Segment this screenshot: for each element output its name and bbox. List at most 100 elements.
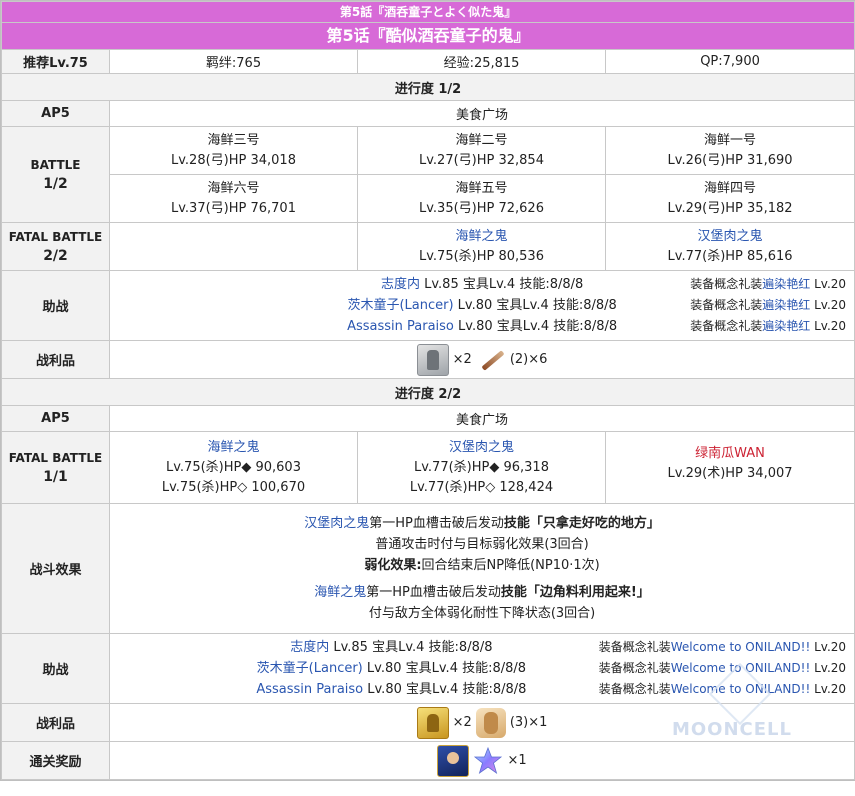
location-1: 美食广场: [108, 100, 855, 127]
ce-link[interactable]: 遍染艳红: [762, 277, 810, 291]
silver-statue-icon[interactable]: [416, 343, 449, 376]
servant-info: Lv.85 宝具Lv.4 技能:8/8/8: [419, 277, 584, 292]
loot-label-1: 战利品: [1, 340, 110, 379]
loot-qty: (3)×1: [509, 715, 548, 730]
battle-label: BATTLE 1/2: [1, 126, 110, 223]
servant-info: Lv.80 宝具Lv.4 技能:8/8/8: [453, 319, 618, 334]
enemy-stat: Lv.29(术)HP 34,007: [667, 466, 793, 481]
ce-link[interactable]: 遍染艳红: [762, 319, 810, 333]
bun-icon[interactable]: [475, 707, 506, 738]
fatal-label-1: FATAL BATTLE 2/2: [1, 222, 110, 271]
enemy-link[interactable]: 汉堡肉之鬼: [449, 440, 514, 455]
effect-text: 回合结束后NP降低(NP10·1次): [421, 558, 600, 573]
servant-link[interactable]: 志度内: [290, 640, 329, 655]
support-label-2: 助战: [1, 633, 110, 704]
enemy-stat: Lv.77(杀)HP◇ 128,424: [409, 479, 554, 495]
fatal-row-2: FATAL BATTLE 1/1 海鲜之鬼 Lv.75(杀)HP◆ 90,603 L…: [1, 431, 855, 504]
ce-link[interactable]: 遍染艳红: [762, 298, 810, 312]
battle-label-wave: 1/2: [43, 175, 68, 192]
enemy-cell: 绿南瓜WAN Lv.29(术)HP 34,007: [604, 431, 855, 504]
ce-link[interactable]: Welcome to ONILAND!!: [671, 640, 811, 654]
ap-row-2: AP5 美食广场: [1, 405, 855, 432]
support-entry: 茨木童子(Lancer) Lv.80 宝具Lv.4 技能:8/8/8 装备概念礼…: [110, 295, 854, 316]
ce-prefix: 装备概念礼装: [598, 682, 671, 696]
enemy-link[interactable]: 海鲜之鬼: [207, 440, 259, 455]
reward-row: 通关奖励 ×1: [1, 741, 855, 780]
servant-link[interactable]: 志度内: [381, 277, 420, 292]
enemy-link[interactable]: 绿南瓜WAN: [695, 446, 765, 461]
enemy-cell: 海鲜五号 Lv.35(弓)HP 72,626: [357, 174, 606, 223]
servant-link[interactable]: Assassin Paraiso: [256, 682, 363, 697]
enemy-stat: Lv.29(弓)HP 35,182: [667, 200, 793, 216]
quest-title-cn: 第5话『酷似酒吞童子的鬼』: [0, 22, 855, 50]
support-row-1: 助战 志度内 Lv.85 宝具Lv.4 技能:8/8/8 装备概念礼装遍染艳红 …: [1, 270, 855, 341]
effect-text: 付与敌方全体弱化耐性下降状态(3回合): [368, 606, 596, 621]
support-list-1: 志度内 Lv.85 宝具Lv.4 技能:8/8/8 装备概念礼装遍染艳红 Lv.…: [108, 270, 855, 341]
quest-table: 第5話『酒呑童子とよく似た鬼』 第5话『酷似酒吞童子的鬼』 推荐Lv.75 羁绊…: [0, 0, 855, 781]
effect-enemy-link[interactable]: 海鲜之鬼: [314, 585, 366, 600]
empty-enemy-cell: [109, 222, 358, 271]
effect-text: 普通攻击时付与目标弱化效果(3回合): [375, 537, 589, 552]
ap-row-1: AP5 美食广场: [1, 100, 855, 127]
loot-qty: ×2: [452, 715, 472, 730]
ap-cost-1: AP5: [1, 100, 110, 127]
enemy-name: 海鲜六号: [207, 180, 260, 196]
effect-text: 第一HP血槽击破后发动: [366, 585, 501, 600]
effect-debuff-label: 弱化效果:: [364, 558, 422, 573]
servant-link[interactable]: Assassin Paraiso: [347, 319, 454, 334]
ce-prefix: 装备概念礼装: [598, 661, 671, 675]
enemy-stat: Lv.37(弓)HP 76,701: [171, 200, 296, 216]
enemy-stat: Lv.27(弓)HP 32,854: [419, 152, 544, 168]
fatal-label-2: FATAL BATTLE 1/1: [1, 431, 110, 504]
watermark: MOONCELL: [671, 719, 792, 740]
enemy-name: 海鲜四号: [704, 180, 757, 196]
reward-qty: ×1: [507, 753, 527, 768]
ce-prefix: 装备概念礼装: [690, 298, 763, 312]
enemy-stat: Lv.75(杀)HP◆ 90,603: [166, 459, 301, 475]
effect-skill: 技能「边角料利用起来!」: [500, 585, 650, 600]
knife-icon[interactable]: [476, 345, 506, 375]
battle-label-text: BATTLE: [30, 157, 81, 172]
enemy-link[interactable]: 海鲜之鬼: [455, 229, 507, 244]
reward-list: ×1: [108, 741, 855, 780]
ce-level: Lv.20: [810, 682, 847, 696]
enemy-cell: 海鲜六号 Lv.37(弓)HP 76,701: [109, 174, 358, 223]
fatal-label-text: FATAL BATTLE: [8, 229, 103, 244]
enemy-cell: 汉堡肉之鬼 Lv.77(杀)HP◆ 96,318 Lv.77(杀)HP◇ 128,4…: [357, 431, 606, 504]
saint-quartz-icon[interactable]: [473, 746, 503, 776]
enemy-stat: Lv.77(杀)HP 85,616: [667, 248, 793, 264]
enemy-link[interactable]: 汉堡肉之鬼: [698, 229, 763, 244]
enemy-cell: 海鲜之鬼 Lv.75(杀)HP◆ 90,603 Lv.75(杀)HP◇ 100,67…: [109, 431, 358, 504]
qp-value: QP:7,900: [604, 49, 855, 74]
support-label-1: 助战: [1, 270, 110, 341]
servant-info: Lv.80 宝具Lv.4 技能:8/8/8: [362, 661, 527, 676]
enemy-cell: 海鲜四号 Lv.29(弓)HP 35,182: [604, 174, 855, 223]
reward-label: 通关奖励: [1, 741, 110, 780]
support-entry: 志度内 Lv.85 宝具Lv.4 技能:8/8/8 装备概念礼装Welcome …: [110, 637, 854, 658]
exp-value: 经验:25,815: [357, 49, 606, 74]
servant-info: Lv.80 宝具Lv.4 技能:8/8/8: [453, 298, 617, 313]
servant-link[interactable]: 茨木童子(Lancer): [347, 298, 453, 313]
servant-info: Lv.85 宝具Lv.4 技能:8/8/8: [329, 640, 493, 655]
ce-level: Lv.20: [810, 277, 847, 291]
loot-qty: (2)×6: [509, 352, 548, 367]
ce-level: Lv.20: [810, 640, 847, 654]
enemy-cell: 海鲜一号 Lv.26(弓)HP 31,690: [604, 126, 855, 175]
enemy-stat: Lv.35(弓)HP 72,626: [419, 200, 544, 216]
enemy-cell: 汉堡肉之鬼 Lv.77(杀)HP 85,616: [604, 222, 855, 271]
servant-link[interactable]: 茨木童子(Lancer): [257, 661, 363, 676]
enemy-stat: Lv.75(杀)HP 80,536: [419, 248, 544, 264]
enemy-name: 海鲜二号: [455, 132, 508, 148]
support-entry: Assassin Paraiso Lv.80 宝具Lv.4 技能:8/8/8 装…: [110, 316, 854, 337]
enemy-name: 海鲜一号: [704, 132, 757, 148]
gold-statue-icon[interactable]: [416, 706, 449, 739]
servant-info: Lv.80 宝具Lv.4 技能:8/8/8: [363, 682, 527, 697]
progress-row-1: 进行度 1/2: [0, 73, 855, 101]
ce-prefix: 装备概念礼装: [598, 640, 671, 654]
title-row-cn: 第5话『酷似酒吞童子的鬼』: [0, 22, 855, 50]
effect-enemy-link[interactable]: 汉堡肉之鬼: [304, 516, 369, 531]
quest-title-jp: 第5話『酒呑童子とよく似た鬼』: [0, 1, 855, 23]
servant-card-icon[interactable]: [437, 744, 470, 777]
recommend-level: 推荐Lv.75: [1, 49, 110, 74]
enemy-stat: Lv.77(杀)HP◆ 96,318: [414, 459, 549, 475]
